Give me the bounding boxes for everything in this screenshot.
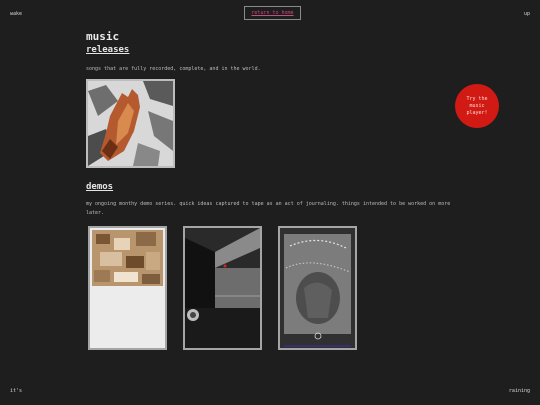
demo-tape-3[interactable] xyxy=(278,226,357,350)
corner-text-top-right: up xyxy=(523,11,530,17)
demo-tape-2-image xyxy=(185,228,260,348)
releases-heading: releases xyxy=(86,45,130,55)
releases-description: songs that are fully recorded, complete,… xyxy=(86,66,261,72)
demo-tape-1-image xyxy=(90,228,165,348)
return-home-button[interactable]: return to home xyxy=(244,6,301,20)
demos-description: my ongoing monthy demo series. quick ide… xyxy=(86,201,451,216)
corner-text-top-left: wake xyxy=(10,11,23,17)
music-player-badge[interactable]: Try the music player! xyxy=(455,84,499,128)
corner-text-bottom-left: it's xyxy=(10,388,23,394)
release-cover-art[interactable] xyxy=(86,79,175,168)
return-home-label: return to home xyxy=(251,10,294,16)
corner-text-bottom-right: raining xyxy=(508,388,530,394)
demo-tape-3-image xyxy=(280,228,355,348)
page-title: music xyxy=(86,30,120,43)
music-player-badge-label: Try the music player! xyxy=(466,95,488,116)
demos-heading: demos xyxy=(86,182,114,192)
demo-tape-1[interactable] xyxy=(88,226,167,350)
release-artwork-image xyxy=(88,81,173,166)
demo-tape-2[interactable] xyxy=(183,226,262,350)
